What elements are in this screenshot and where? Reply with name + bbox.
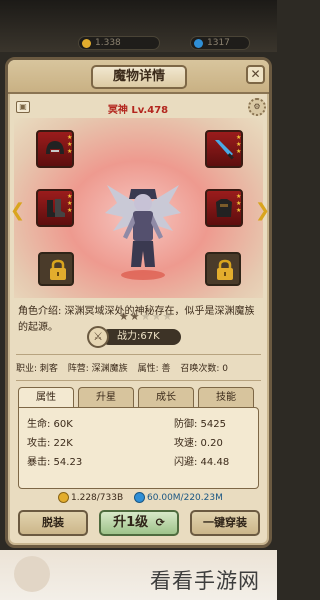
camp-label: 阵营: 深渊魔族 (67, 364, 128, 374)
equip-stars: ★ ★ ★ (67, 193, 73, 214)
gem-cost: 60.00M/220.23M (147, 493, 223, 503)
equip-all-button[interactable]: 一键穿装 (190, 510, 260, 536)
page-title: 魔物详情 (91, 65, 187, 89)
boots-icon (47, 199, 65, 217)
tab-skills[interactable]: 技能 (198, 387, 254, 407)
unequip-button[interactable]: 脱装 (18, 510, 88, 536)
coin-icon (82, 39, 91, 48)
tab-growth[interactable]: 成长 (138, 387, 194, 407)
locked-slot-left[interactable] (38, 252, 74, 286)
monster-sprite (105, 185, 181, 280)
stat-defense: 防御: 5425 (174, 419, 226, 430)
equip-slot-weapon[interactable]: ★ ★ ★ (205, 130, 243, 168)
monster-description: 角色介绍: 深渊冥域深处的神秘存在，似乎是深渊魔族的起源。 (18, 306, 255, 333)
close-button[interactable]: ✕ (246, 65, 265, 84)
stats-panel: 生命: 60K 攻击: 22K 暴击: 54.23 防御: 5425 攻速: 0… (18, 407, 259, 489)
lock-icon (217, 259, 233, 280)
lock-icon (50, 259, 66, 280)
gold-resource: 1.338 (78, 36, 160, 50)
locked-slot-right[interactable] (205, 252, 241, 286)
equip-stars: ★ ★ ★ (67, 134, 73, 155)
stat-attack-speed: 攻速: 0.20 (174, 438, 223, 449)
gold-cost: 1.228/733B (71, 493, 124, 503)
equip-slot-armor[interactable]: ★ ★ ★ (205, 189, 243, 227)
monster-detail-panel: 魔物详情 ✕ ▣ 冥神 Lv.478 ⚙ ❮ ❯ ★ ★ ★ ★ ★ ★ ★ ★ ★ ★ ★ ★ (5, 57, 272, 548)
watermark-logo (14, 556, 50, 592)
prev-arrow-icon[interactable]: ❮ (10, 199, 25, 223)
helmet-icon (46, 141, 64, 154)
monster-name-level: 冥神 Lv.478 (107, 105, 169, 116)
gear-icon[interactable]: ⚙ (248, 98, 266, 116)
cycle-icon: ⟳ (155, 516, 165, 529)
next-arrow-icon[interactable]: ❯ (255, 199, 270, 223)
coin-icon (58, 492, 69, 503)
stat-crit: 暴击: 54.23 (27, 457, 83, 468)
equip-stars: ★ ★ ★ (236, 193, 242, 214)
level-up-button[interactable]: 升1级 ⟳ (99, 510, 179, 536)
top-bar: 1.338 1317 (0, 0, 277, 52)
gem-resource: 1317 (190, 36, 250, 50)
tab-star-up[interactable]: 升星 (78, 387, 134, 407)
monster-meta: 职业: 刺客 阵营: 深渊魔族 属性: 善 召唤次数: 0 (16, 361, 263, 377)
divider (16, 380, 261, 381)
detail-tabs: 属性 升星 成长 技能 (18, 387, 259, 407)
watermark-text: 看看手游网 (150, 569, 260, 593)
gem-icon (134, 492, 146, 503)
stat-attack: 攻击: 22K (27, 438, 73, 449)
stat-dodge: 闪避: 44.48 (174, 457, 230, 468)
level-cost: 1.228/733B 60.00M/220.23M (58, 491, 228, 505)
title-bar: 魔物详情 ✕ (8, 60, 269, 94)
tab-attributes[interactable]: 属性 (18, 387, 74, 407)
gem-resource-value: 1317 (207, 38, 230, 48)
attribute-label: 属性: 善 (137, 364, 171, 374)
summon-count-label: 召唤次数: 0 (180, 364, 228, 374)
armor-icon (216, 199, 232, 217)
job-label: 职业: 刺客 (16, 364, 58, 374)
equip-slot-helmet[interactable]: ★ ★ ★ (36, 130, 74, 168)
equip-stars: ★ ★ ★ (236, 134, 242, 155)
sword-icon (215, 140, 234, 160)
level-up-label: 升1级 (113, 515, 149, 530)
divider (16, 354, 261, 355)
gem-icon (194, 39, 203, 48)
card-icon[interactable]: ▣ (16, 101, 30, 113)
gold-resource-value: 1.338 (95, 38, 121, 48)
stat-hp: 生命: 60K (27, 419, 73, 430)
equip-slot-boots[interactable]: ★ ★ ★ (36, 189, 74, 227)
